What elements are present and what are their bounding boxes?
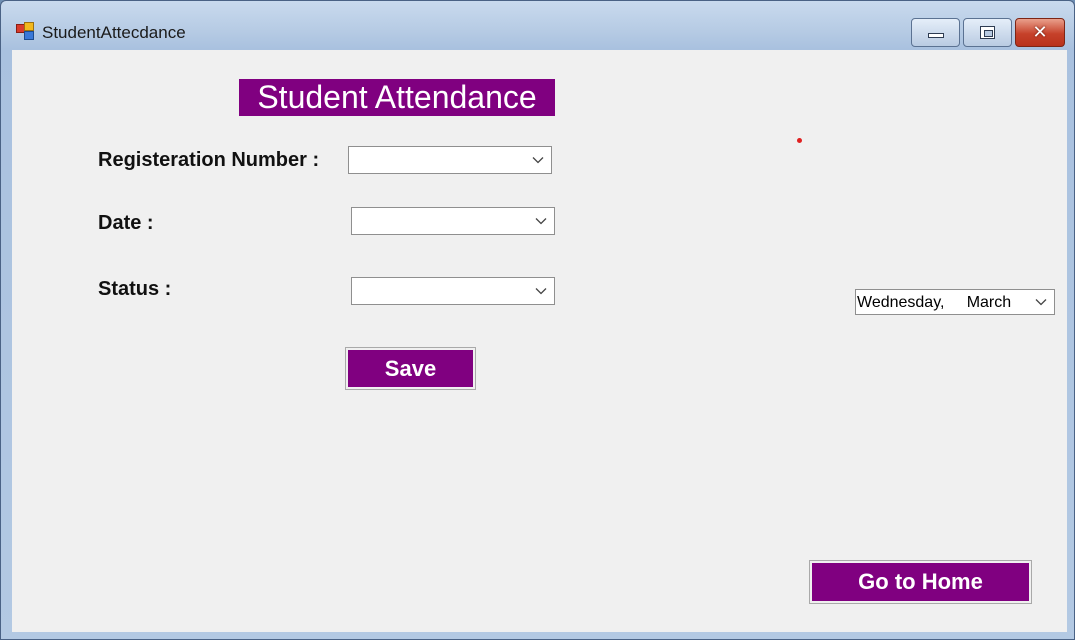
close-button[interactable]: ✕: [1015, 18, 1065, 47]
maximize-button[interactable]: [963, 18, 1012, 47]
go-to-home-button[interactable]: Go to Home: [809, 560, 1032, 604]
app-window: StudentAttecdance ✕ Student Attendance R…: [0, 0, 1075, 640]
maximize-icon: [980, 26, 995, 39]
date-picker[interactable]: Wednesday, March: [855, 289, 1055, 315]
date-label: Date :: [98, 212, 154, 234]
app-icon: [16, 22, 36, 42]
date-picker-value: Wednesday, March: [857, 294, 1012, 311]
page-title: Student Attendance: [239, 79, 555, 116]
go-to-home-button-label: Go to Home: [812, 563, 1029, 601]
save-button[interactable]: Save: [345, 347, 476, 390]
chevron-down-icon: [1034, 293, 1048, 311]
chevron-down-icon: [534, 282, 548, 300]
window-title: StudentAttecdance: [42, 23, 186, 42]
status-dropdown[interactable]: [351, 277, 555, 305]
date-dropdown[interactable]: [351, 207, 555, 235]
red-dot-marker: [797, 138, 802, 143]
form-client-area: Student Attendance Registeration Number …: [12, 50, 1067, 632]
status-label: Status :: [98, 278, 172, 300]
save-button-label: Save: [348, 350, 473, 387]
registration-number-dropdown[interactable]: [348, 146, 552, 174]
close-icon: ✕: [1032, 21, 1048, 43]
chevron-down-icon: [531, 151, 545, 169]
registration-number-label: Registeration Number :: [98, 149, 320, 171]
minimize-icon: [927, 33, 944, 38]
title-bar[interactable]: StudentAttecdance ✕: [1, 1, 1074, 47]
chevron-down-icon: [534, 212, 548, 230]
minimize-button[interactable]: [911, 18, 960, 47]
